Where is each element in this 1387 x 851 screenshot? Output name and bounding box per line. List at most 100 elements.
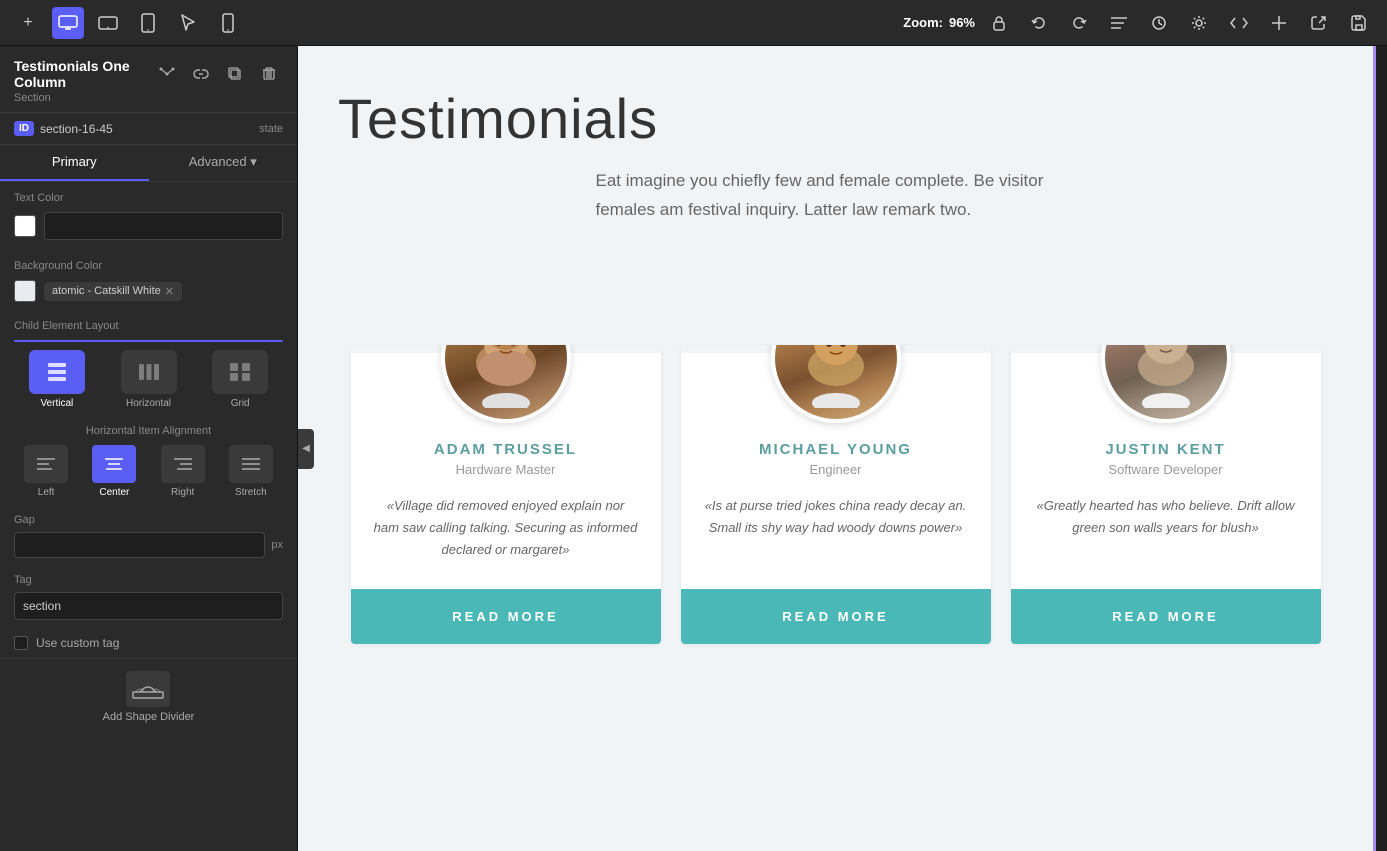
bg-color-remove-icon[interactable]: ✕ (165, 285, 174, 298)
export-icon[interactable] (1303, 7, 1335, 39)
testimonials-section: Testimonials Eat imagine you chiefly few… (298, 46, 1373, 704)
card-2-name: MICHAEL YOUNG (759, 441, 912, 458)
alignment-section: Horizontal Item Alignment Left Center (0, 417, 297, 506)
id-badge: ID (14, 121, 34, 136)
tag-section: Tag section div article main (0, 566, 297, 628)
lock-icon[interactable] (983, 7, 1015, 39)
bg-color-label: Background Color (0, 250, 297, 276)
gap-unit: px (271, 539, 283, 551)
delete-icon[interactable] (255, 60, 283, 88)
card-1-read-more-button[interactable]: READ MORE (351, 589, 661, 644)
state-label: state (259, 123, 283, 135)
tab-advanced[interactable]: Advanced ▾ (149, 145, 298, 181)
duplicate-icon[interactable] (221, 60, 249, 88)
code-brackets-icon[interactable] (1223, 7, 1255, 39)
add-shape-label: Add Shape Divider (103, 711, 195, 723)
custom-tag-checkbox[interactable] (14, 636, 28, 650)
tab-primary[interactable]: Primary (0, 145, 149, 181)
align-center[interactable]: Center (82, 445, 146, 498)
vertical-icon (29, 350, 85, 394)
card-2-read-more-button[interactable]: READ MORE (681, 589, 991, 644)
layout-line (14, 340, 283, 342)
align-left-icon (24, 445, 68, 483)
add-tool-icon[interactable]: + (12, 7, 44, 39)
sidebar-header: Testimonials One Column Section (0, 46, 297, 113)
toolbar: + Zoom: 96% (0, 0, 1387, 46)
layout-grid[interactable]: Grid (197, 350, 283, 409)
card-1-role: Hardware Master (456, 462, 556, 477)
card-3-read-more-button[interactable]: READ MORE (1011, 589, 1321, 644)
undo-icon[interactable] (1023, 7, 1055, 39)
gap-label: Gap (14, 514, 283, 526)
align-center-icon (92, 445, 136, 483)
tablet-portrait-icon[interactable] (132, 7, 164, 39)
section-subtext: Eat imagine you chiefly few and female c… (596, 167, 1076, 225)
component-title: Testimonials One Column (14, 58, 153, 90)
bg-color-tag[interactable]: atomic - Catskill White ✕ (44, 282, 182, 301)
collapse-sidebar-btn[interactable]: ◀ (298, 429, 314, 469)
layout-vertical[interactable]: Vertical (14, 350, 100, 409)
card-1-name: ADAM TRUSSEL (434, 441, 577, 458)
add-shape-divider-button[interactable]: Add Shape Divider (103, 671, 195, 723)
avatar-3 (1101, 345, 1231, 423)
align-center-label: Center (99, 487, 129, 498)
grid-icon (212, 350, 268, 394)
zoom-label: Zoom: (903, 15, 943, 30)
align-left[interactable]: Left (14, 445, 78, 498)
history-icon[interactable] (1143, 7, 1175, 39)
redo-icon[interactable] (1063, 7, 1095, 39)
layout-section: Child Element Layout Vertical Horizontal (0, 312, 297, 417)
tree-icon[interactable] (153, 60, 181, 88)
section-heading: Testimonials (338, 86, 1333, 151)
avatar-2 (771, 345, 901, 423)
vertical-label: Vertical (40, 398, 73, 409)
cards-container: ADAM TRUSSEL Hardware Master «Village di… (338, 275, 1333, 644)
bg-color-tag-text: atomic - Catskill White (52, 285, 161, 297)
align-stretch[interactable]: Stretch (219, 445, 283, 498)
card-3-role: Software Developer (1108, 462, 1222, 477)
text-color-row (0, 208, 297, 250)
align-right-label: Right (171, 487, 194, 498)
text-color-swatch[interactable] (14, 215, 36, 237)
card-1: ADAM TRUSSEL Hardware Master «Village di… (351, 345, 661, 644)
text-color-label: Text Color (0, 182, 297, 208)
text-format-icon[interactable] (1103, 7, 1135, 39)
tablet-landscape-icon[interactable] (92, 7, 124, 39)
component-type: Section (14, 92, 153, 104)
zoom-value: 96% (949, 15, 975, 30)
card-2-role: Engineer (809, 462, 861, 477)
card-1-inner: ADAM TRUSSEL Hardware Master «Village di… (351, 441, 661, 644)
tag-label: Tag (14, 574, 283, 586)
gap-section: Gap px (0, 506, 297, 566)
align-stretch-icon (229, 445, 273, 483)
align-stretch-label: Stretch (235, 487, 267, 498)
zoom-display: Zoom: 96% (903, 15, 975, 30)
card-3-quote: «Greatly hearted has who believe. Drift … (1011, 495, 1321, 539)
custom-tag-row: Use custom tag (0, 628, 297, 658)
add-cross-icon[interactable] (1263, 7, 1295, 39)
align-right[interactable]: Right (151, 445, 215, 498)
custom-tag-label: Use custom tag (36, 636, 119, 650)
desktop-view-icon[interactable] (52, 7, 84, 39)
horizontal-label: Horizontal (126, 398, 171, 409)
id-row: ID section-16-45 state (0, 113, 297, 145)
alignment-label: Horizontal Item Alignment (14, 425, 283, 437)
card-2-quote: «Is at purse tried jokes china ready dec… (681, 495, 991, 539)
layout-horizontal[interactable]: Horizontal (106, 350, 192, 409)
cards-row: ADAM TRUSSEL Hardware Master «Village di… (338, 345, 1333, 644)
horizontal-icon (121, 350, 177, 394)
link-icon[interactable] (187, 60, 215, 88)
align-left-label: Left (38, 487, 55, 498)
gap-input[interactable] (14, 532, 265, 558)
avatar-1 (441, 345, 571, 423)
mobile-icon[interactable] (212, 7, 244, 39)
bg-color-swatch[interactable] (14, 280, 36, 302)
add-shape-icon (126, 671, 170, 707)
save-icon[interactable] (1343, 7, 1375, 39)
add-shape-section: Add Shape Divider (0, 658, 297, 735)
tag-select[interactable]: section div article main (14, 592, 283, 620)
align-right-icon (161, 445, 205, 483)
settings-gear-icon[interactable] (1183, 7, 1215, 39)
card-1-quote: «Village did removed enjoyed explain nor… (351, 495, 661, 561)
pointer-icon[interactable] (172, 7, 204, 39)
